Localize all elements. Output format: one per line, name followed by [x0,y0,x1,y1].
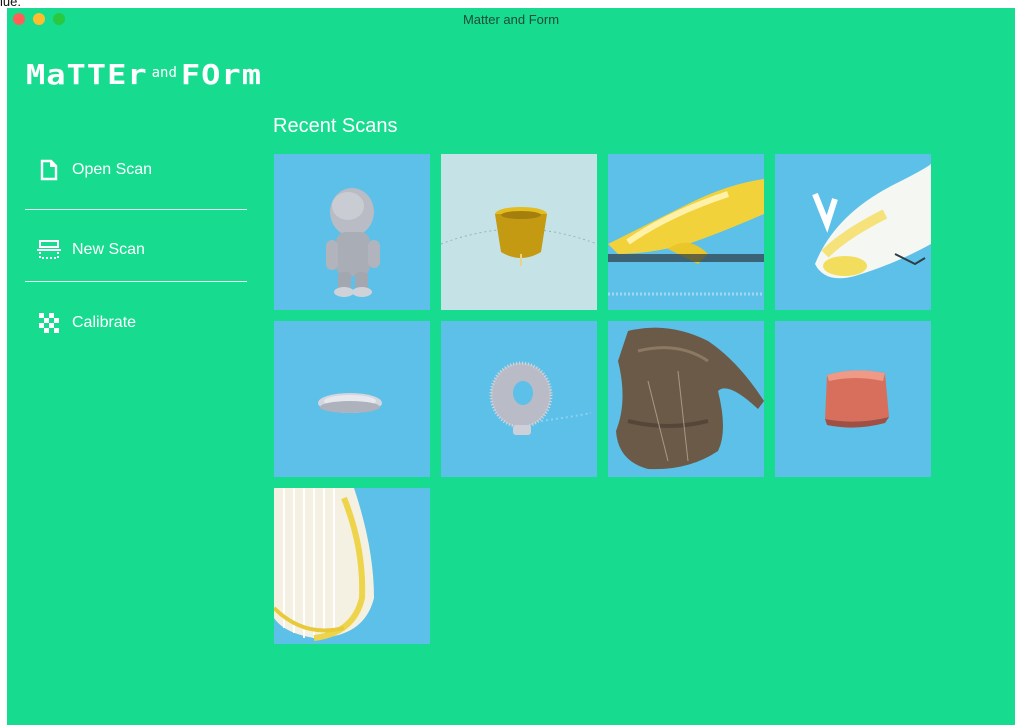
window-title: Matter and Form [462,12,560,27]
sidebar-divider [25,281,247,282]
logo-word-form: FOrm [180,58,262,91]
sidebar-item-label: Open Scan [72,161,153,178]
brown-mesh-image [616,327,764,470]
open-file-icon [35,159,63,181]
scan-thumbnail-yellow-point-cloud[interactable] [608,154,764,310]
scan-thumbnail-yellow-streaks[interactable] [274,488,430,644]
ring-image [489,361,592,435]
sidebar-item-label: New Scan [72,241,145,258]
red-block-image [825,370,889,428]
white-point-cloud-image [812,164,931,279]
sidebar-item-calibrate[interactable]: Calibrate [25,303,247,343]
scan-thumbnail-white-point-cloud[interactable] [775,154,931,310]
scan-thumbnail-yellow-cup[interactable] [441,154,597,310]
logo-word-matter: MaTTEr [26,58,148,91]
logo-word-and: and [151,65,177,81]
scan-thumbnail-flat-disc[interactable] [274,321,430,477]
sidebar-item-new-scan[interactable]: New Scan [25,230,247,270]
app-window: Matter and Form MaTTEr and FOrm Open Scan … [7,8,1015,725]
scan-thumbnail-red-block[interactable] [775,321,931,477]
flat-disc-image [318,393,382,413]
scan-thumbnail-ring[interactable] [441,321,597,477]
yellow-point-cloud-image [608,179,764,296]
yellow-streaks-image [274,488,374,641]
scan-thumbnail-figurine[interactable] [274,154,430,310]
sidebar-divider [25,209,247,210]
sidebar-item-open-scan[interactable]: Open Scan [25,150,247,190]
sidebar-item-label: Calibrate [72,314,137,331]
brand-logo: MaTTEr and FOrm [26,53,262,91]
yellow-cup-image [441,207,597,266]
scanner-icon [35,239,63,261]
recent-scans-heading: Recent Scans [273,115,398,137]
figurine-image [326,188,380,297]
scan-thumbnail-brown-mesh[interactable] [608,321,764,477]
title-bar: Matter and Form [7,8,1015,30]
checkerboard-icon [35,312,63,334]
